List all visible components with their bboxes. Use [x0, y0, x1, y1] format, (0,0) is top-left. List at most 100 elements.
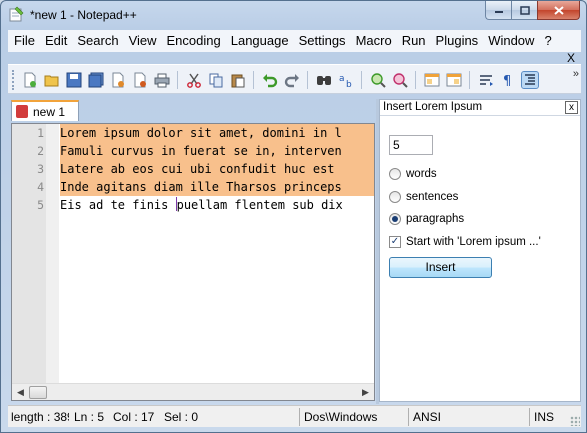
- toolbar-separator: [177, 71, 178, 89]
- count-input[interactable]: [389, 135, 433, 155]
- minimize-button[interactable]: [485, 1, 511, 20]
- menu-plugins[interactable]: Plugins: [431, 30, 484, 52]
- fold-margin[interactable]: [46, 124, 59, 384]
- save-icon[interactable]: [66, 72, 82, 88]
- code-text-after-caret: puellam flentem sub dix: [176, 198, 343, 212]
- copy-icon[interactable]: [208, 72, 224, 88]
- caption-buttons: [485, 1, 580, 20]
- menu-language[interactable]: Language: [226, 30, 294, 52]
- line-number: 2: [37, 144, 44, 158]
- status-line: Ln : 5: [74, 410, 105, 424]
- panel-header: Insert Lorem Ipsum x: [380, 100, 580, 116]
- panel-close-button[interactable]: x: [565, 101, 578, 114]
- tab-new-1[interactable]: new 1: [11, 100, 79, 121]
- menu-encoding[interactable]: Encoding: [162, 30, 226, 52]
- start-with-lorem-label: Start with 'Lorem ipsum ...': [406, 236, 541, 248]
- radio-paragraphs[interactable]: [389, 213, 401, 225]
- menu-view[interactable]: View: [124, 30, 162, 52]
- menu-search[interactable]: Search: [72, 30, 123, 52]
- toolbar: ab ¶ »: [8, 64, 581, 94]
- status-insert-mode: INS: [534, 410, 555, 424]
- sync-horizontal-icon[interactable]: [446, 72, 462, 88]
- maximize-icon: [519, 5, 530, 15]
- code-text-before-caret: Eis ad te finis: [60, 198, 176, 212]
- resize-grip[interactable]: [570, 416, 580, 426]
- scrollbar-thumb[interactable]: [29, 386, 47, 399]
- start-with-lorem-checkbox[interactable]: ✓: [389, 236, 401, 248]
- editor-area[interactable]: 1 2 3 4 5 Lorem ipsum dolor sit amet, do…: [11, 123, 375, 401]
- status-divider: [299, 408, 300, 426]
- unsaved-file-icon: [16, 105, 28, 118]
- replace-icon[interactable]: ab: [338, 72, 354, 88]
- menu-edit[interactable]: Edit: [40, 30, 72, 52]
- toolbar-separator: [361, 71, 362, 89]
- menu-window[interactable]: Window: [483, 30, 539, 52]
- tab-bar: new 1: [8, 96, 378, 122]
- zoom-out-icon[interactable]: [392, 72, 408, 88]
- status-encoding: ANSI: [413, 410, 442, 424]
- word-wrap-icon[interactable]: [478, 72, 494, 88]
- close-document-button[interactable]: X: [567, 51, 575, 65]
- close-file-icon[interactable]: [110, 72, 126, 88]
- menu-file[interactable]: File: [8, 30, 40, 52]
- indent-guide-icon[interactable]: [521, 71, 539, 89]
- code-line-selected[interactable]: Famuli curvus in fuerat se in, interven: [60, 142, 374, 160]
- option-sentences[interactable]: sentences: [389, 191, 458, 203]
- insert-lorem-ipsum-panel: Insert Lorem Ipsum x words sentences par…: [379, 99, 581, 402]
- line-number: 5: [37, 198, 44, 212]
- menu-run[interactable]: Run: [397, 30, 431, 52]
- paste-icon[interactable]: [230, 72, 246, 88]
- close-window-button[interactable]: [537, 1, 580, 20]
- window-title: *new 1 - Notepad++: [30, 8, 137, 22]
- scroll-left-arrow-icon[interactable]: ◀: [13, 386, 28, 399]
- code-line-selected[interactable]: Latere ab eos cui ubi confudit huc est: [60, 160, 374, 178]
- toolbar-separator: [307, 71, 308, 89]
- show-all-chars-icon[interactable]: ¶: [500, 72, 516, 88]
- toolbar-grip[interactable]: [12, 70, 15, 90]
- panel-title: Insert Lorem Ipsum: [383, 101, 483, 113]
- notepadpp-app-icon: [9, 6, 24, 22]
- line-number: 3: [37, 162, 44, 176]
- notepadpp-window: *new 1 - Notepad++ File Edit Search View…: [0, 0, 587, 433]
- save-all-icon[interactable]: [88, 72, 104, 88]
- horizontal-scrollbar[interactable]: ◀ ▶: [12, 383, 374, 400]
- cut-icon[interactable]: [186, 72, 202, 88]
- line-number: 1: [37, 126, 44, 140]
- radio-words[interactable]: [389, 168, 401, 180]
- close-all-icon[interactable]: [132, 72, 148, 88]
- toolbar-overflow-button[interactable]: »: [573, 68, 579, 80]
- option-words[interactable]: words: [389, 168, 437, 180]
- code-line-selected[interactable]: Inde agitans diam ille Tharsos princeps: [60, 178, 374, 196]
- option-label: words: [406, 168, 437, 180]
- status-divider: [529, 408, 530, 426]
- status-bar: length : 389 Ln : 5 Col : 17 Sel : 0 Dos…: [8, 405, 581, 427]
- svg-text:¶: ¶: [503, 74, 511, 88]
- minimize-icon: [494, 11, 503, 13]
- status-divider: [408, 408, 409, 426]
- print-icon[interactable]: [154, 72, 170, 88]
- new-file-icon[interactable]: [22, 72, 38, 88]
- option-paragraphs[interactable]: paragraphs: [389, 213, 464, 225]
- menu-settings[interactable]: Settings: [294, 30, 351, 52]
- toolbar-separator: [469, 71, 470, 89]
- find-icon[interactable]: [316, 72, 332, 88]
- zoom-in-icon[interactable]: [370, 72, 386, 88]
- menu-help[interactable]: ?: [539, 30, 556, 52]
- radio-sentences[interactable]: [389, 191, 401, 203]
- insert-button[interactable]: Insert: [389, 257, 492, 278]
- status-selection: Sel : 0: [164, 410, 199, 424]
- undo-icon[interactable]: [262, 72, 278, 88]
- option-label: paragraphs: [406, 213, 465, 225]
- line-number: 4: [37, 180, 44, 194]
- code-line-current[interactable]: Eis ad te finis puellam flentem sub dix: [60, 196, 343, 214]
- code-line-selected[interactable]: Lorem ipsum dolor sit amet, domini in l: [60, 124, 374, 142]
- maximize-button[interactable]: [511, 1, 537, 20]
- menu-macro[interactable]: Macro: [351, 30, 397, 52]
- scroll-right-arrow-icon[interactable]: ▶: [358, 386, 373, 399]
- redo-icon[interactable]: [284, 72, 300, 88]
- open-file-icon[interactable]: [44, 72, 60, 88]
- title-bar[interactable]: *new 1 - Notepad++: [1, 1, 586, 29]
- status-column: Col : 17: [113, 410, 155, 424]
- sync-vertical-icon[interactable]: [424, 72, 440, 88]
- start-with-lorem-option[interactable]: ✓ Start with 'Lorem ipsum ...': [389, 236, 541, 248]
